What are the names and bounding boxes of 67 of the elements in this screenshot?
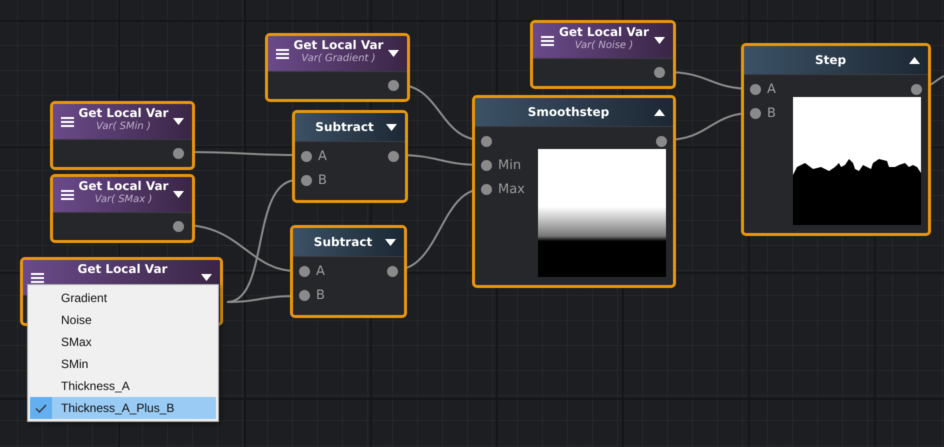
graph-node[interactable]: Get Local Var Var( Gradient )	[265, 33, 410, 102]
node-title: Subtract	[312, 235, 374, 249]
menu-icon[interactable]	[61, 190, 74, 200]
port-label: A	[318, 148, 327, 164]
port-label: B	[316, 288, 325, 302]
input-port[interactable]	[299, 266, 310, 276]
port-label: A	[767, 82, 776, 96]
output-port[interactable]	[656, 136, 667, 146]
input-port[interactable]	[299, 290, 310, 300]
menu-icon[interactable]	[541, 36, 554, 46]
menu-icon[interactable]	[61, 116, 74, 126]
output-port[interactable]	[387, 266, 398, 276]
menu-item[interactable]: Gradient	[30, 287, 216, 309]
port-label: Min	[498, 158, 522, 172]
node-title: Get Local Var	[294, 39, 384, 53]
input-port[interactable]	[301, 150, 312, 162]
menu-item[interactable]: Noise	[30, 309, 216, 331]
input-port[interactable]	[481, 184, 492, 194]
output-port[interactable]	[173, 221, 184, 232]
input-port[interactable]	[750, 84, 761, 94]
collapse-toggle-icon[interactable]	[386, 124, 397, 130]
node-title: Smoothstep	[526, 105, 610, 119]
collapse-toggle-icon[interactable]	[385, 238, 396, 246]
input-port[interactable]	[750, 108, 761, 118]
collapse-toggle-icon[interactable]	[909, 56, 920, 64]
input-port[interactable]	[301, 174, 312, 186]
graph-node[interactable]: Get Local Var Var( Noise )	[530, 20, 676, 89]
output-port[interactable]	[388, 80, 399, 91]
output-port[interactable]	[173, 148, 184, 159]
port-label: Max	[498, 182, 525, 196]
menu-item[interactable]: SMax	[30, 331, 216, 353]
input-port[interactable]	[481, 136, 492, 146]
graph-node[interactable]: Subtract A B	[290, 225, 407, 318]
output-port[interactable]	[911, 84, 922, 94]
collapse-toggle-icon[interactable]	[201, 274, 212, 281]
menu-item[interactable]: Thickness_A_Plus_B	[30, 397, 216, 419]
port-label: B	[318, 172, 327, 188]
input-port[interactable]	[481, 160, 492, 170]
port-label: A	[316, 264, 325, 278]
port-label: B	[767, 106, 776, 120]
collapse-toggle-icon[interactable]	[173, 191, 184, 198]
graph-node[interactable]: Get Local Var Var( SMin )	[50, 101, 195, 170]
variable-name: Var( SMin )	[96, 120, 151, 132]
collapse-toggle-icon[interactable]	[173, 118, 184, 125]
node-title: Step	[814, 53, 848, 67]
check-icon	[35, 404, 47, 412]
menu-icon[interactable]	[276, 48, 289, 58]
collapse-toggle-icon[interactable]	[654, 37, 665, 44]
node-title: Get Local Var	[78, 263, 168, 277]
node-title: Get Local Var	[78, 107, 168, 121]
output-port[interactable]	[654, 67, 665, 78]
node-title: Subtract	[314, 120, 375, 134]
graph-node[interactable]: Step A B	[741, 43, 931, 236]
graph-node[interactable]: Subtract A B	[292, 110, 408, 203]
menu-item[interactable]: SMin	[30, 353, 216, 375]
variable-name: Var( SMax )	[94, 194, 152, 206]
graph-node[interactable]: Smoothstep Min Max	[472, 95, 676, 288]
output-port[interactable]	[388, 150, 399, 162]
variable-name: Var( Gradient )	[301, 52, 376, 64]
node-title: Get Local Var	[78, 180, 168, 194]
node-title: Get Local Var	[559, 26, 649, 40]
menu-item[interactable]: Thickness_A	[30, 375, 216, 397]
graph-node[interactable]: Get Local Var Var( SMax )	[50, 174, 195, 243]
variable-name: Var( Noise )	[574, 40, 634, 52]
collapse-toggle-icon[interactable]	[388, 50, 399, 57]
collapse-toggle-icon[interactable]	[654, 108, 665, 116]
menu-icon[interactable]	[31, 272, 44, 282]
